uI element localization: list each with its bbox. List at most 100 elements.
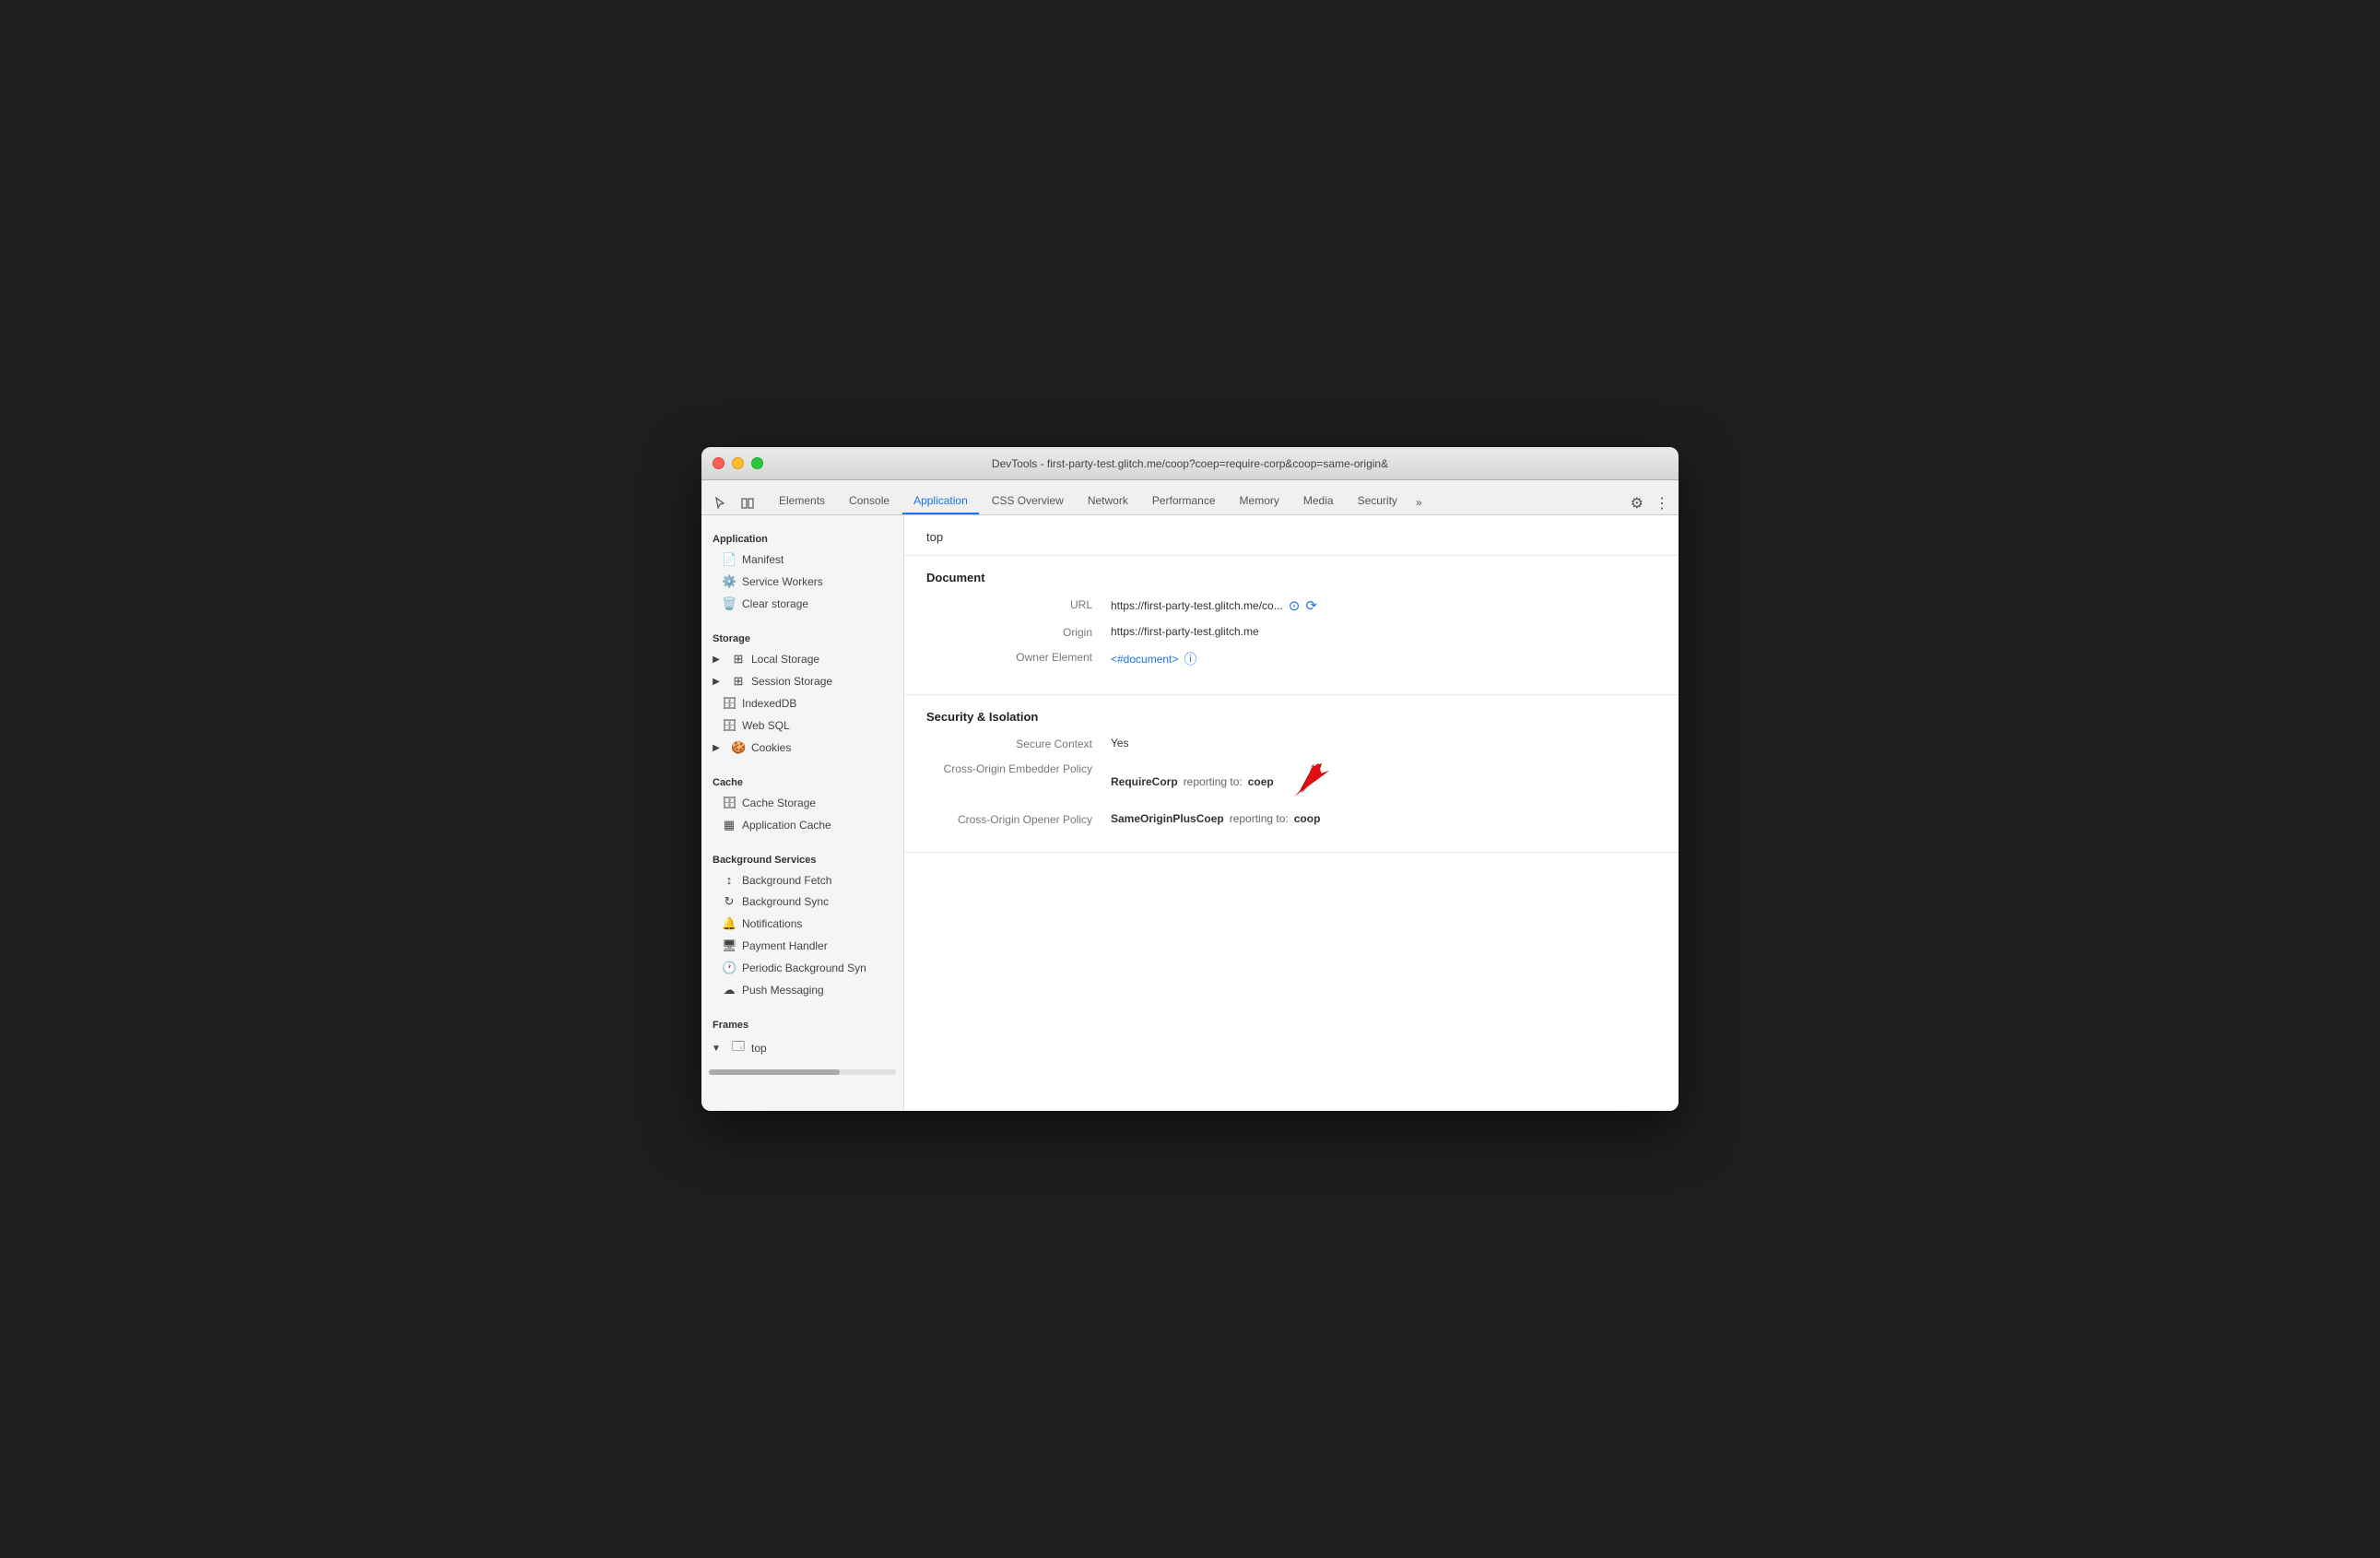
sidebar-section-storage: Storage: [701, 622, 903, 648]
sidebar-section-background-services: Background Services: [701, 844, 903, 869]
sidebar-item-web-sql-label: Web SQL: [742, 719, 790, 732]
sidebar-item-clear-storage[interactable]: 🗑️ Clear storage: [701, 593, 903, 615]
sidebar-item-session-storage-label: Session Storage: [751, 675, 832, 688]
dock-icon[interactable]: [736, 492, 759, 514]
sidebar-item-manifest-label: Manifest: [742, 553, 784, 566]
tab-memory[interactable]: Memory: [1229, 489, 1290, 514]
url-field-row: URL https://first-party-test.glitch.me/c…: [926, 597, 1656, 614]
sidebar-item-background-sync-label: Background Sync: [742, 895, 829, 908]
application-cache-icon: ▦: [722, 818, 736, 832]
url-text: https://first-party-test.glitch.me/co...: [1111, 599, 1283, 612]
service-workers-icon: ⚙️: [722, 574, 736, 589]
tab-media[interactable]: Media: [1292, 489, 1345, 514]
sidebar-item-background-fetch[interactable]: ↕ Background Fetch: [701, 869, 903, 891]
background-fetch-icon: ↕: [722, 873, 736, 887]
sidebar-item-push-messaging[interactable]: ☁ Push Messaging: [701, 979, 903, 1001]
push-messaging-icon: ☁: [722, 983, 736, 997]
arrow-down-icon: ▼: [709, 1044, 724, 1054]
document-section: Document URL https://first-party-test.gl…: [904, 556, 1679, 695]
window-title: DevTools - first-party-test.glitch.me/co…: [992, 457, 1388, 470]
periodic-background-sync-icon: 🕐: [722, 961, 736, 975]
sidebar-item-top-frame[interactable]: ▼ 🗔 top: [701, 1034, 903, 1062]
sidebar-item-background-fetch-label: Background Fetch: [742, 874, 831, 887]
origin-field-row: Origin https://first-party-test.glitch.m…: [926, 625, 1656, 639]
close-button[interactable]: [713, 457, 725, 469]
cache-storage-icon: 🗄: [722, 796, 736, 810]
info-icon[interactable]: ⓘ: [1184, 650, 1196, 668]
sidebar-item-payment-handler[interactable]: 🖥 Payment Handler: [701, 935, 903, 957]
origin-value: https://first-party-test.glitch.me: [1111, 625, 1259, 638]
frame-icon: 🗔: [731, 1038, 746, 1058]
payment-handler-icon: 🖥: [722, 938, 736, 953]
tab-console[interactable]: Console: [838, 489, 901, 514]
cursor-icon[interactable]: [709, 492, 731, 514]
origin-text: https://first-party-test.glitch.me: [1111, 625, 1259, 638]
coop-reporting-label: reporting to:: [1230, 812, 1289, 825]
sidebar-item-cache-storage[interactable]: 🗄 Cache Storage: [701, 792, 903, 814]
tabbar-actions: ⚙ ⋮: [1629, 492, 1671, 514]
sidebar-item-cache-storage-label: Cache Storage: [742, 797, 816, 809]
sidebar-item-application-cache[interactable]: ▦ Application Cache: [701, 814, 903, 836]
secure-context-value: Yes: [1111, 737, 1129, 749]
sidebar-item-service-workers[interactable]: ⚙️ Service Workers: [701, 571, 903, 593]
tab-performance[interactable]: Performance: [1141, 489, 1227, 514]
coop-reporting-value: coop: [1294, 812, 1321, 825]
sidebar-item-application-cache-label: Application Cache: [742, 819, 831, 832]
notifications-icon: 🔔: [722, 916, 736, 931]
document-section-title: Document: [926, 571, 1656, 584]
sidebar-item-indexed-db-label: IndexedDB: [742, 697, 796, 710]
sidebar-scrollbar[interactable]: [709, 1069, 896, 1075]
coep-value: RequireCorp reporting to: coep: [1111, 761, 1333, 801]
session-storage-grid-icon: ⊞: [731, 674, 746, 689]
traffic-lights: [713, 457, 763, 469]
owner-element-link[interactable]: <#document>: [1111, 653, 1178, 666]
devtools-window: DevTools - first-party-test.glitch.me/co…: [701, 447, 1679, 1111]
sidebar-item-cookies[interactable]: ▶ 🍪 Cookies: [701, 737, 903, 759]
indexed-db-icon: 🗄: [722, 696, 736, 711]
coep-reporting-label: reporting to:: [1184, 775, 1243, 788]
tab-security[interactable]: Security: [1347, 489, 1408, 514]
arrow-right-icon: ▶: [709, 655, 724, 665]
titlebar: DevTools - first-party-test.glitch.me/co…: [701, 447, 1679, 480]
sidebar-item-indexed-db[interactable]: 🗄 IndexedDB: [701, 692, 903, 714]
more-tabs-button[interactable]: »: [1410, 490, 1428, 514]
sidebar-item-local-storage[interactable]: ▶ ⊞ Local Storage: [701, 648, 903, 670]
coep-policy-text: RequireCorp: [1111, 775, 1178, 788]
tab-network[interactable]: Network: [1077, 489, 1139, 514]
coop-value: SameOriginPlusCoep reporting to: coop: [1111, 812, 1320, 825]
tabbar: Elements Console Application CSS Overvie…: [701, 480, 1679, 515]
security-section: Security & Isolation Secure Context Yes …: [904, 695, 1679, 853]
tab-elements[interactable]: Elements: [768, 489, 836, 514]
tab-icon-group: [709, 492, 759, 514]
owner-element-label: Owner Element: [926, 650, 1111, 664]
origin-label: Origin: [926, 625, 1111, 639]
sidebar-item-web-sql[interactable]: 🗄 Web SQL: [701, 714, 903, 737]
tab-application[interactable]: Application: [902, 489, 979, 514]
sidebar-item-periodic-background-sync[interactable]: 🕐 Periodic Background Syn: [701, 957, 903, 979]
sidebar-item-notifications-label: Notifications: [742, 917, 802, 930]
coop-policy-text: SameOriginPlusCoep: [1111, 812, 1224, 825]
web-sql-icon: 🗄: [722, 718, 736, 733]
arrow-right-icon-2: ▶: [709, 677, 724, 687]
sidebar-item-manifest[interactable]: 📄 Manifest: [701, 549, 903, 571]
sidebar-item-background-sync[interactable]: ↻ Background Sync: [701, 891, 903, 913]
coep-reporting-value: coep: [1248, 775, 1274, 788]
tab-css-overview[interactable]: CSS Overview: [981, 489, 1075, 514]
arrow-right-icon-3: ▶: [709, 743, 724, 753]
settings-icon[interactable]: ⚙: [1629, 492, 1645, 514]
cross-origin-icon[interactable]: ⊙: [1289, 597, 1301, 614]
url-label: URL: [926, 597, 1111, 611]
secure-context-label: Secure Context: [926, 737, 1111, 750]
reload-icon[interactable]: ⟳: [1305, 597, 1317, 614]
coep-label: Cross-Origin Embedder Policy: [926, 761, 1111, 775]
manifest-icon: 📄: [722, 552, 736, 567]
local-storage-grid-icon: ⊞: [731, 652, 746, 667]
sidebar-item-notifications[interactable]: 🔔 Notifications: [701, 913, 903, 935]
content-panel: top Document URL https://first-party-tes…: [904, 515, 1679, 1111]
minimize-button[interactable]: [732, 457, 744, 469]
security-section-title: Security & Isolation: [926, 710, 1656, 724]
more-actions-icon[interactable]: ⋮: [1653, 492, 1671, 514]
coop-label: Cross-Origin Opener Policy: [926, 812, 1111, 826]
maximize-button[interactable]: [751, 457, 763, 469]
sidebar-item-session-storage[interactable]: ▶ ⊞ Session Storage: [701, 670, 903, 692]
